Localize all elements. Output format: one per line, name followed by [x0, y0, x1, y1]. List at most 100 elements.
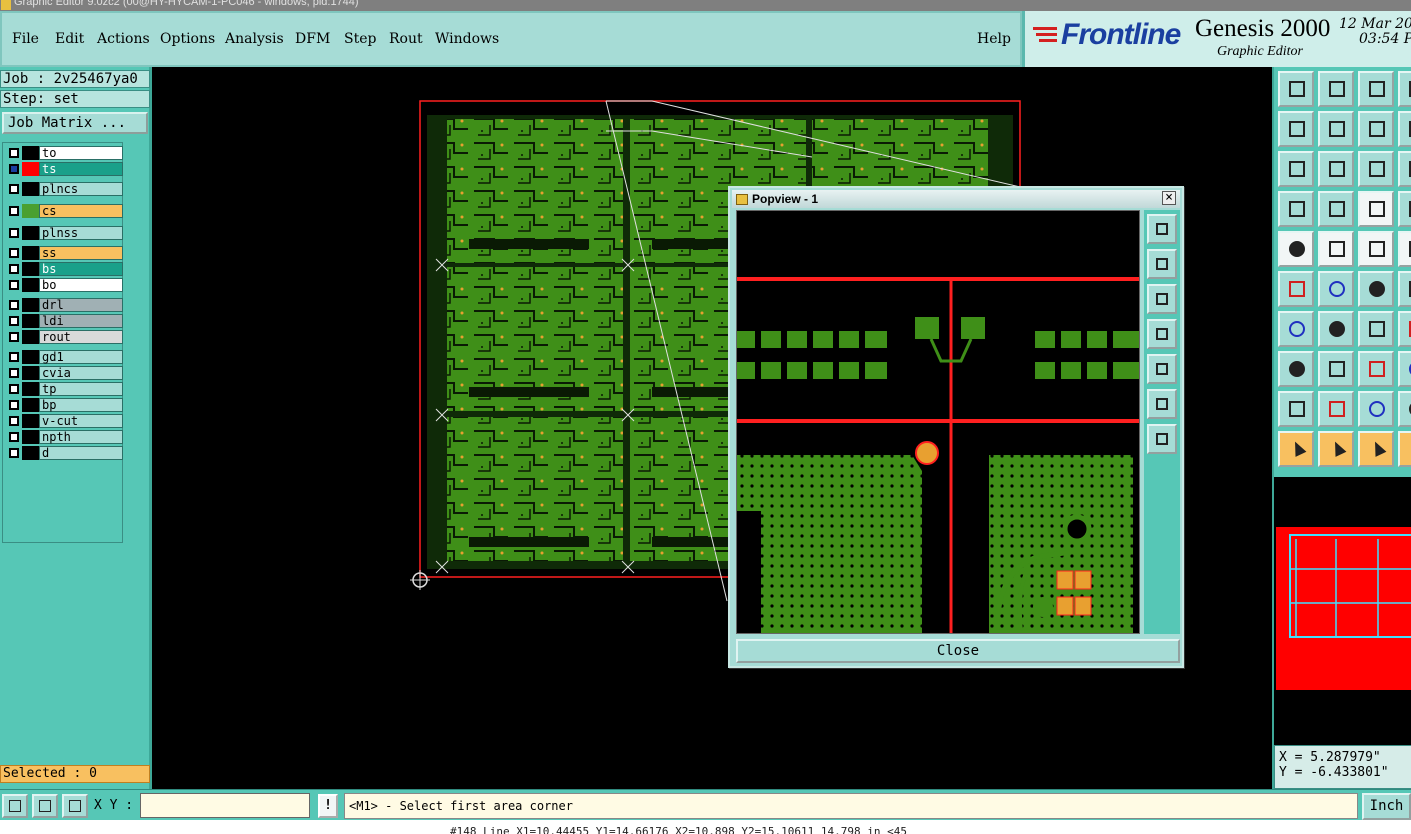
layer-checkbox[interactable]: [9, 448, 19, 458]
layer-checkbox[interactable]: [9, 280, 19, 290]
units-button[interactable]: Inch: [1362, 793, 1411, 820]
delete-button[interactable]: [1318, 271, 1354, 307]
zoom-fit-button[interactable]: [1278, 151, 1314, 187]
select-button[interactable]: [1278, 431, 1314, 467]
layer-name[interactable]: plnss: [39, 226, 123, 240]
zoom-reset-icon[interactable]: [1147, 424, 1177, 454]
layer-checkbox[interactable]: [9, 332, 19, 342]
copy-button[interactable]: [1398, 111, 1411, 147]
layer-name[interactable]: ts: [39, 162, 123, 176]
move-right-button[interactable]: [1318, 111, 1354, 147]
layer-name[interactable]: cvia: [39, 366, 123, 380]
menu-edit[interactable]: Edit: [55, 31, 84, 47]
layer-color-swatch[interactable]: [22, 430, 39, 444]
menu-dfm[interactable]: DFM: [295, 31, 330, 47]
layer-row-ldi[interactable]: ldi: [5, 314, 123, 328]
layer-row-to[interactable]: to: [5, 146, 123, 160]
layer-row-drl[interactable]: drl: [5, 298, 123, 312]
layer-checkbox[interactable]: [9, 416, 19, 426]
layer-row-bp[interactable]: bp: [5, 398, 123, 412]
layer-row-ts[interactable]: ts: [5, 162, 123, 176]
minus-button[interactable]: [1318, 351, 1354, 387]
layer-checkbox[interactable]: [9, 432, 19, 442]
zoom-fit-icon[interactable]: [1147, 389, 1177, 419]
layer-checkbox[interactable]: [9, 164, 19, 174]
layer-checkbox[interactable]: [9, 248, 19, 258]
select-more-button[interactable]: [1398, 431, 1411, 467]
popview-close-x-button[interactable]: ×: [1162, 191, 1176, 205]
cut-button[interactable]: [1318, 231, 1354, 267]
layer-checkbox[interactable]: [9, 352, 19, 362]
layer-name[interactable]: ss: [39, 246, 123, 260]
layer-color-swatch[interactable]: [22, 414, 39, 428]
job-matrix-button[interactable]: Job Matrix ...: [2, 112, 148, 134]
layer-checkbox[interactable]: [9, 300, 19, 310]
zoom-center-button[interactable]: [1318, 151, 1354, 187]
area-button[interactable]: [1358, 391, 1394, 427]
polygon-button[interactable]: [1278, 391, 1314, 427]
layer-row-v-cut[interactable]: v-cut: [5, 414, 123, 428]
layer-name[interactable]: plncs: [39, 182, 123, 196]
layer-name[interactable]: v-cut: [39, 414, 123, 428]
zoom-button[interactable]: [1398, 151, 1411, 187]
layer-checkbox[interactable]: [9, 206, 19, 216]
menu-options[interactable]: Options: [160, 31, 215, 47]
layer-row-d[interactable]: d: [5, 446, 123, 460]
probe-button[interactable]: [1318, 191, 1354, 227]
measure-mode-icon[interactable]: [32, 794, 58, 818]
resize-button[interactable]: [1358, 351, 1394, 387]
layer-row-gd1[interactable]: gd1: [5, 350, 123, 364]
layer-row-npth[interactable]: npth: [5, 430, 123, 444]
layer-color-swatch[interactable]: [22, 330, 39, 344]
layer-checkbox[interactable]: [9, 148, 19, 158]
zoom-up-icon[interactable]: [1147, 249, 1177, 279]
layer-name[interactable]: cs: [39, 204, 123, 218]
layer-color-swatch[interactable]: [22, 446, 39, 460]
select-box-button[interactable]: [1318, 431, 1354, 467]
shape-button[interactable]: [1398, 391, 1411, 427]
menu-analysis[interactable]: Analysis: [225, 31, 284, 47]
arc-button[interactable]: [1358, 311, 1394, 347]
layer-checkbox[interactable]: [9, 384, 19, 394]
layer-name[interactable]: to: [39, 146, 123, 160]
layer-name[interactable]: rout: [39, 330, 123, 344]
link-button[interactable]: [1398, 311, 1411, 347]
arc-line-button[interactable]: [1318, 311, 1354, 347]
layer-color-swatch[interactable]: [22, 246, 39, 260]
select-circle-button[interactable]: [1358, 431, 1394, 467]
layer-name[interactable]: gd1: [39, 350, 123, 364]
layer-checkbox[interactable]: [9, 184, 19, 194]
layer-name[interactable]: drl: [39, 298, 123, 312]
pan-right-icon[interactable]: [1147, 354, 1177, 384]
layer-name[interactable]: d: [39, 446, 123, 460]
layer-color-swatch[interactable]: [22, 182, 39, 196]
layer-row-cs[interactable]: cs: [5, 204, 123, 218]
layer-name[interactable]: tp: [39, 382, 123, 396]
line-button[interactable]: [1278, 311, 1314, 347]
layer-name[interactable]: npth: [39, 430, 123, 444]
popview-zoom-view[interactable]: [736, 210, 1140, 634]
layer-color-swatch[interactable]: [22, 298, 39, 312]
layer-checkbox[interactable]: [9, 368, 19, 378]
xy-input[interactable]: [140, 793, 310, 818]
menu-rout[interactable]: Rout: [389, 31, 423, 47]
move-up-button[interactable]: [1278, 71, 1314, 107]
layer-color-swatch[interactable]: [22, 382, 39, 396]
undo-button[interactable]: [1358, 111, 1394, 147]
layer-row-ss[interactable]: ss: [5, 246, 123, 260]
feature-button[interactable]: [1398, 231, 1411, 267]
popview-close-button[interactable]: Close: [736, 639, 1180, 663]
ratio-button[interactable]: [1358, 151, 1394, 187]
layer-name[interactable]: ldi: [39, 314, 123, 328]
layer-name[interactable]: bp: [39, 398, 123, 412]
move-left-button[interactable]: [1278, 111, 1314, 147]
layers-button[interactable]: [1398, 191, 1411, 227]
layer-color-swatch[interactable]: [22, 146, 39, 160]
layer-color-swatch[interactable]: [22, 262, 39, 276]
layer-color-swatch[interactable]: [22, 314, 39, 328]
layer-color-swatch[interactable]: [22, 162, 39, 176]
layer-row-tp[interactable]: tp: [5, 382, 123, 396]
layer-color-swatch[interactable]: [22, 350, 39, 364]
menu-help[interactable]: Help: [977, 31, 1011, 47]
pad-button[interactable]: [1278, 231, 1314, 267]
